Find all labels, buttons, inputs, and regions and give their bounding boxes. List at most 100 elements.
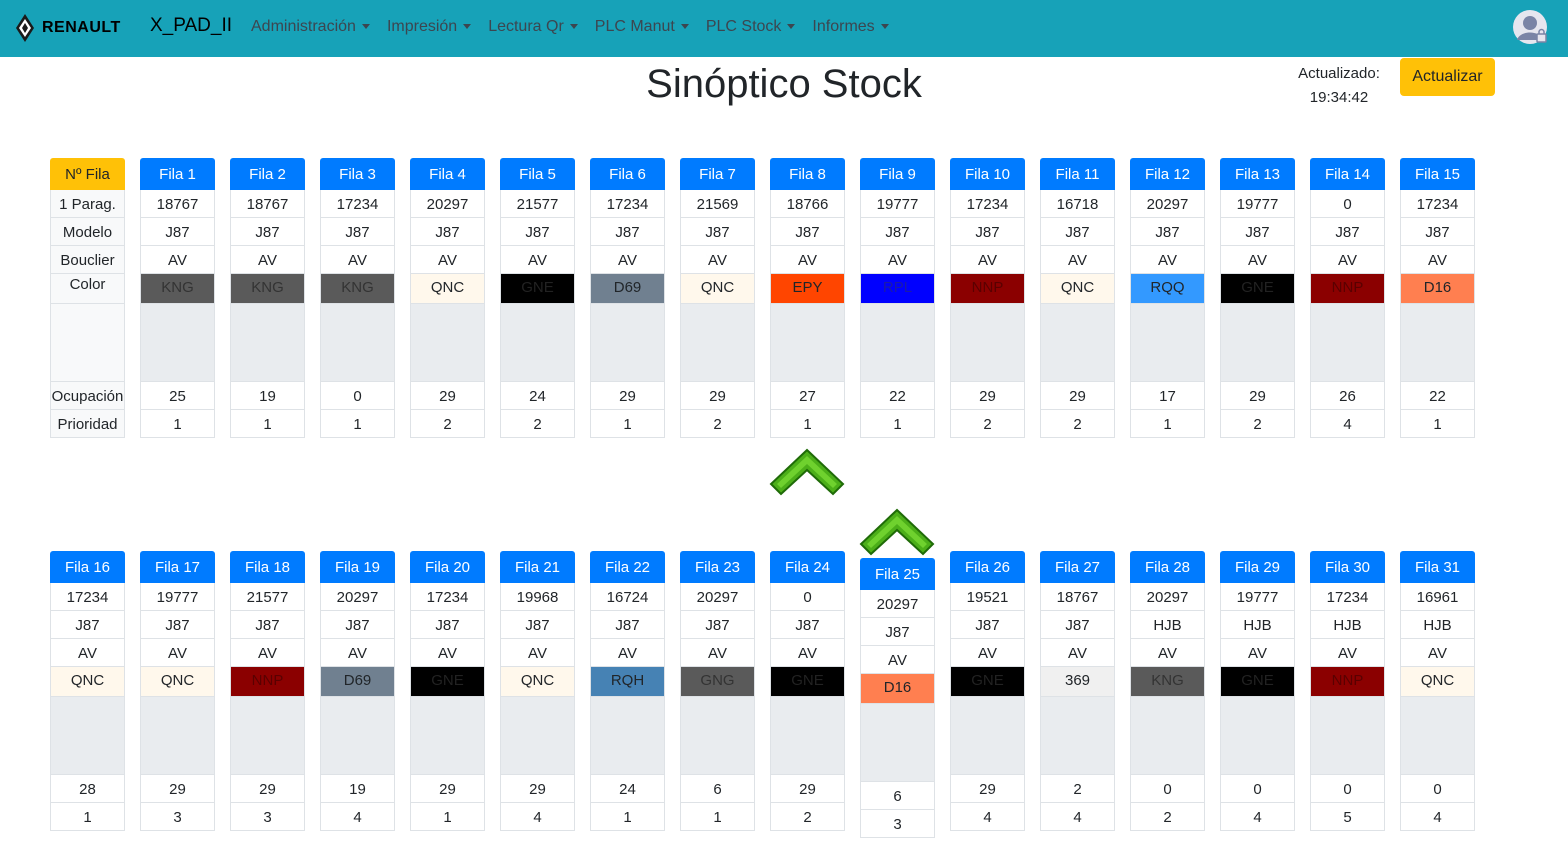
modelo-cell: J87: [410, 611, 485, 639]
fila-header[interactable]: Fila 19: [320, 551, 395, 583]
fila-header[interactable]: Fila 27: [1040, 551, 1115, 583]
prioridad-cell: 1: [410, 803, 485, 831]
color-cell: GNE: [500, 274, 575, 304]
fila-header[interactable]: Fila 16: [50, 551, 125, 583]
fila-column: Fila 14 0 J87 AV NNP 26 4: [1310, 158, 1385, 438]
brand[interactable]: RENAULT: [14, 13, 121, 43]
fila-header[interactable]: Fila 22: [590, 551, 665, 583]
fila-header[interactable]: Fila 26: [950, 551, 1025, 583]
parag-cell: 20297: [410, 190, 485, 218]
prioridad-cell: 2: [410, 410, 485, 438]
occupancy-area: [1130, 304, 1205, 382]
fila-header[interactable]: Fila 30: [1310, 551, 1385, 583]
prioridad-cell: 1: [320, 410, 395, 438]
updated-time: 19:34:42: [1309, 89, 1369, 106]
fila-header[interactable]: Fila 17: [140, 551, 215, 583]
user-lock-icon[interactable]: [1512, 9, 1548, 45]
fila-header[interactable]: Fila 25: [860, 558, 935, 590]
prioridad-cell: 4: [1220, 803, 1295, 831]
prioridad-cell: 2: [1130, 803, 1205, 831]
fila-header[interactable]: Fila 10: [950, 158, 1025, 190]
fila-header[interactable]: Fila 7: [680, 158, 755, 190]
modelo-cell: J87: [140, 611, 215, 639]
prioridad-cell: 2: [500, 410, 575, 438]
fila-header[interactable]: Fila 18: [230, 551, 305, 583]
fila-column: Fila 22 16724 J87 AV RQH 24 1: [590, 551, 665, 831]
fila-header[interactable]: Fila 20: [410, 551, 485, 583]
fila-header[interactable]: Fila 8: [770, 158, 845, 190]
fila-column: Fila 15 17234 J87 AV D16 22 1: [1400, 158, 1475, 438]
modelo-cell: J87: [500, 611, 575, 639]
parag-cell: 19968: [500, 583, 575, 611]
parag-cell: 21577: [230, 583, 305, 611]
color-cell: GNE: [950, 667, 1025, 697]
menu-label: Administración: [251, 18, 356, 35]
fila-header[interactable]: Fila 21: [500, 551, 575, 583]
parag-cell: 17234: [950, 190, 1025, 218]
menu-plc-stock[interactable]: PLC Stock: [706, 18, 796, 36]
fila-header[interactable]: Fila 31: [1400, 551, 1475, 583]
fila-column: Fila 9 19777 J87 AV RPL 22 1: [860, 158, 935, 438]
parag-cell: 20297: [1130, 190, 1205, 218]
fila-header[interactable]: Fila 28: [1130, 551, 1205, 583]
fila-header[interactable]: Fila 13: [1220, 158, 1295, 190]
color-cell: QNC: [410, 274, 485, 304]
fila-header[interactable]: Fila 15: [1400, 158, 1475, 190]
parag-cell: 16961: [1400, 583, 1475, 611]
color-cell: KNG: [320, 274, 395, 304]
ocupacion-cell: 25: [140, 382, 215, 410]
occupancy-area: [320, 304, 395, 382]
modelo-cell: J87: [950, 218, 1025, 246]
app-title[interactable]: X_PAD_II: [150, 15, 232, 37]
fila-header[interactable]: Fila 2: [230, 158, 305, 190]
fila-header[interactable]: Fila 5: [500, 158, 575, 190]
parag-cell: 0: [770, 583, 845, 611]
color-cell: RPL: [860, 274, 935, 304]
ocupacion-cell: 19: [230, 382, 305, 410]
ocupacion-cell: 0: [1310, 775, 1385, 803]
occupancy-area: [770, 697, 845, 775]
occupancy-area: [1220, 697, 1295, 775]
menu-lectura-qr[interactable]: Lectura Qr: [488, 18, 578, 36]
fila-header[interactable]: Fila 14: [1310, 158, 1385, 190]
bouclier-cell: AV: [500, 639, 575, 667]
prioridad-cell: 5: [1310, 803, 1385, 831]
fila-column: Fila 7 21569 J87 AV QNC 29 2: [680, 158, 755, 438]
ocupacion-cell: 29: [1040, 382, 1115, 410]
menu-informes[interactable]: Informes: [812, 18, 889, 36]
occupancy-area: [590, 304, 665, 382]
fila-column: Fila 11 16718 J87 AV QNC 29 2: [1040, 158, 1115, 438]
fila-header[interactable]: Fila 6: [590, 158, 665, 190]
fila-header[interactable]: Fila 9: [860, 158, 935, 190]
refresh-button[interactable]: Actualizar: [1400, 58, 1495, 96]
fila-header[interactable]: Fila 4: [410, 158, 485, 190]
color-cell: 369: [1040, 667, 1115, 697]
fila-column: Fila 30 17234 HJB AV NNP 0 5: [1310, 551, 1385, 831]
ocupacion-cell: 26: [1310, 382, 1385, 410]
ocupacion-cell: 0: [1400, 775, 1475, 803]
fila-header[interactable]: Fila 12: [1130, 158, 1205, 190]
prioridad-cell: 4: [1040, 803, 1115, 831]
occupancy-area: [1400, 304, 1475, 382]
prioridad-cell: 2: [680, 410, 755, 438]
fila-header[interactable]: Fila 29: [1220, 551, 1295, 583]
fila-header[interactable]: Fila 11: [1040, 158, 1115, 190]
bouclier-cell: AV: [680, 246, 755, 274]
modelo-cell: J87: [140, 218, 215, 246]
parag-cell: 16724: [590, 583, 665, 611]
fila-header[interactable]: Fila 23: [680, 551, 755, 583]
fila-header[interactable]: Fila 3: [320, 158, 395, 190]
fila-column: Fila 6 17234 J87 AV D69 29 1: [590, 158, 665, 438]
menu-administracion[interactable]: Administración: [251, 18, 370, 36]
modelo-cell: J87: [1040, 611, 1115, 639]
menu-impresion[interactable]: Impresión: [387, 18, 472, 36]
menu-plc-manut[interactable]: PLC Manut: [595, 18, 689, 36]
label-parag: 1 Parag.: [50, 190, 125, 218]
color-cell: GNE: [770, 667, 845, 697]
fila-header[interactable]: Fila 24: [770, 551, 845, 583]
occupancy-area: [230, 304, 305, 382]
occupancy-area: [1220, 304, 1295, 382]
color-cell: D16: [860, 674, 935, 704]
fila-header[interactable]: Fila 1: [140, 158, 215, 190]
modelo-cell: J87: [680, 218, 755, 246]
